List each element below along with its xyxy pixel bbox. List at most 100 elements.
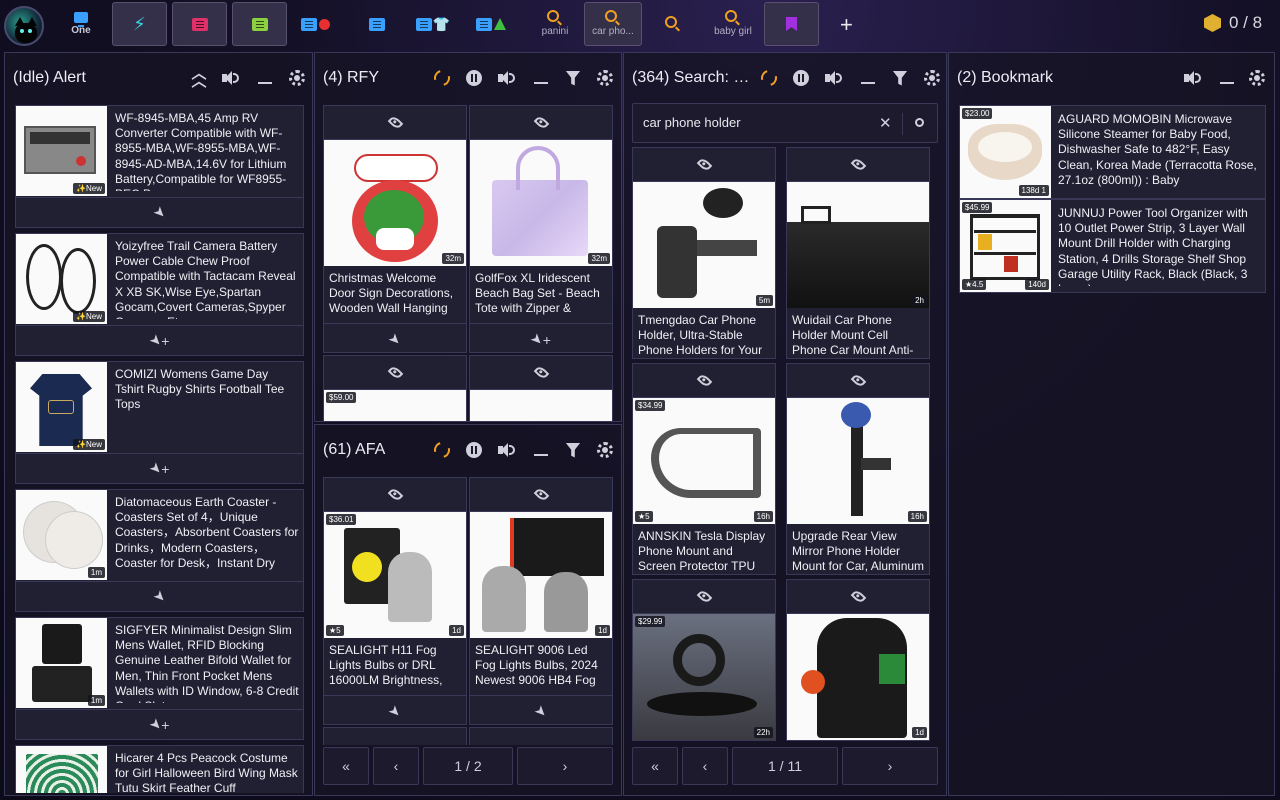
launch-plus-button[interactable]: ➤ + (16, 325, 303, 355)
settings-button[interactable] (1249, 69, 1265, 87)
view-button[interactable] (324, 478, 466, 512)
tab-search-baby-girl[interactable]: baby girl (706, 2, 760, 46)
list-item[interactable]: ✨New COMIZI Womens Game Day Tshirt Rugby… (15, 361, 304, 484)
view-button[interactable] (470, 356, 612, 390)
pause-button[interactable] (792, 69, 810, 87)
product-image: 1d (787, 614, 929, 740)
list-item[interactable]: 1m Diatomaceous Earth Coaster - Coasters… (15, 489, 304, 612)
add-tab-button[interactable]: + (840, 12, 853, 38)
product-image: ✨New (16, 362, 107, 452)
sound-button[interactable] (1183, 69, 1203, 87)
avatar[interactable] (4, 6, 44, 46)
prev-page-button[interactable]: ‹ (373, 747, 419, 785)
tab-search-car-phone[interactable]: car pho... (584, 2, 642, 46)
next-page-button[interactable]: › (842, 747, 938, 785)
grid-item[interactable]: 2h Wuidail Car Phone Holder Mount Cell P… (786, 147, 930, 359)
product-image: $29.99 22h (633, 614, 775, 740)
grid-item[interactable] (469, 355, 613, 421)
tab-bolt[interactable]: ⚡ (112, 2, 167, 46)
first-page-button[interactable]: « (323, 747, 369, 785)
view-button[interactable] (633, 148, 775, 182)
tab-blue-list[interactable] (352, 2, 402, 46)
tab-shirt-list[interactable]: 👕 (408, 2, 458, 46)
tab-one[interactable]: One (60, 2, 102, 46)
sound-button[interactable] (221, 69, 241, 87)
next-page-button[interactable]: › (517, 747, 613, 785)
tab-green-list[interactable] (232, 2, 287, 46)
refresh-button[interactable] (431, 439, 453, 461)
tab-bookmark[interactable] (764, 2, 819, 46)
list-item[interactable]: 1m SIGFYER Minimalist Design Slim Mens W… (15, 617, 304, 740)
settings-button[interactable] (289, 69, 305, 87)
list-item[interactable]: Hicarer 4 Pcs Peacock Costume for Girl H… (15, 745, 304, 793)
view-button[interactable] (470, 478, 612, 512)
bookmark-item[interactable]: $45.99 ★4.5 140d JUNNUJ Power Tool Organ… (959, 199, 1266, 293)
grid-item[interactable]: 5m Tmengdao Car Phone Holder, Ultra-Stab… (632, 147, 776, 359)
speaker-icon (1184, 71, 1202, 85)
minimize-button[interactable] (533, 69, 549, 87)
grid-item[interactable]: $34.99 ★5 16h ANNSKIN Tesla Display Phon… (632, 363, 776, 575)
settings-button[interactable] (597, 441, 613, 459)
bookmark-item[interactable]: $23.00 138d 1 AGUARD MOMOBIN Microwave S… (959, 105, 1266, 199)
clear-icon[interactable]: ✕ (879, 114, 892, 132)
grid-item[interactable]: 32m Christmas Welcome Door Sign Decorati… (323, 105, 467, 353)
grid-item[interactable]: $59.00 (323, 355, 467, 421)
view-button[interactable] (470, 106, 612, 140)
tab-red-list[interactable] (172, 2, 227, 46)
settings-button[interactable] (597, 69, 613, 87)
grid-item[interactable]: 16h Upgrade Rear View Mirror Phone Holde… (786, 363, 930, 575)
refresh-button[interactable] (758, 67, 780, 89)
view-button[interactable] (470, 728, 612, 745)
sound-button[interactable] (497, 69, 517, 87)
refresh-button[interactable] (431, 67, 453, 89)
list-item[interactable]: ✨New Yoizyfree Trail Camera Battery Powe… (15, 233, 304, 356)
pause-button[interactable] (465, 69, 483, 87)
grid-item[interactable]: $29.99 22h (632, 579, 776, 741)
tab-search[interactable] (650, 2, 696, 46)
search-icon[interactable] (915, 118, 924, 127)
grid-item[interactable] (323, 727, 467, 745)
view-button[interactable] (633, 364, 775, 398)
launch-button[interactable]: ➤ (324, 323, 466, 352)
minimize-button[interactable] (1219, 69, 1235, 87)
launch-button[interactable]: ➤ (16, 581, 303, 611)
view-button[interactable] (324, 728, 466, 745)
gear-icon (597, 442, 613, 458)
view-button[interactable] (324, 106, 466, 140)
sound-button[interactable] (824, 69, 844, 87)
prev-page-button[interactable]: ‹ (682, 747, 728, 785)
filter-button[interactable] (892, 69, 908, 87)
view-button[interactable] (324, 356, 466, 390)
sound-button[interactable] (497, 441, 517, 459)
launch-plus-button[interactable]: ➤ + (470, 323, 612, 352)
minimize-button[interactable] (533, 441, 549, 459)
view-button[interactable] (787, 364, 929, 398)
minimize-button[interactable] (860, 69, 876, 87)
tab-search-panini[interactable]: panini (532, 2, 578, 46)
search-input[interactable] (643, 115, 873, 130)
list-item[interactable]: ✨New WF-8945-MBA,45 Amp RV Converter Com… (15, 105, 304, 228)
launch-button[interactable]: ➤ (16, 197, 303, 227)
launch-plus-button[interactable]: ➤ + (16, 453, 303, 483)
grid-item[interactable]: 32m GolfFox XL Iridescent Beach Bag Set … (469, 105, 613, 353)
collapse-icon[interactable]: ︿ ︿ (191, 66, 207, 89)
grid-item[interactable]: 1d SEALIGHT 9006 Led Fog Lights Bulbs, 2… (469, 477, 613, 725)
tree-icon (494, 18, 506, 30)
first-page-button[interactable]: « (632, 747, 678, 785)
view-button[interactable] (787, 580, 929, 614)
tab-apple-list[interactable] (290, 2, 340, 46)
launch-button[interactable]: ➤ (324, 695, 466, 724)
pause-button[interactable] (465, 441, 483, 459)
view-button[interactable] (787, 148, 929, 182)
grid-item[interactable]: 1d (786, 579, 930, 741)
grid-item[interactable] (469, 727, 613, 745)
launch-plus-button[interactable]: ➤ + (16, 709, 303, 739)
launch-button[interactable]: ➤ (470, 695, 612, 724)
tab-tree-list[interactable] (466, 2, 516, 46)
filter-button[interactable] (565, 441, 581, 459)
grid-item[interactable]: $36.01 ★5 1d SEALIGHT H11 Fog Lights Bul… (323, 477, 467, 725)
filter-button[interactable] (565, 69, 581, 87)
view-button[interactable] (633, 580, 775, 614)
minimize-button[interactable] (257, 69, 273, 87)
settings-button[interactable] (924, 69, 940, 87)
